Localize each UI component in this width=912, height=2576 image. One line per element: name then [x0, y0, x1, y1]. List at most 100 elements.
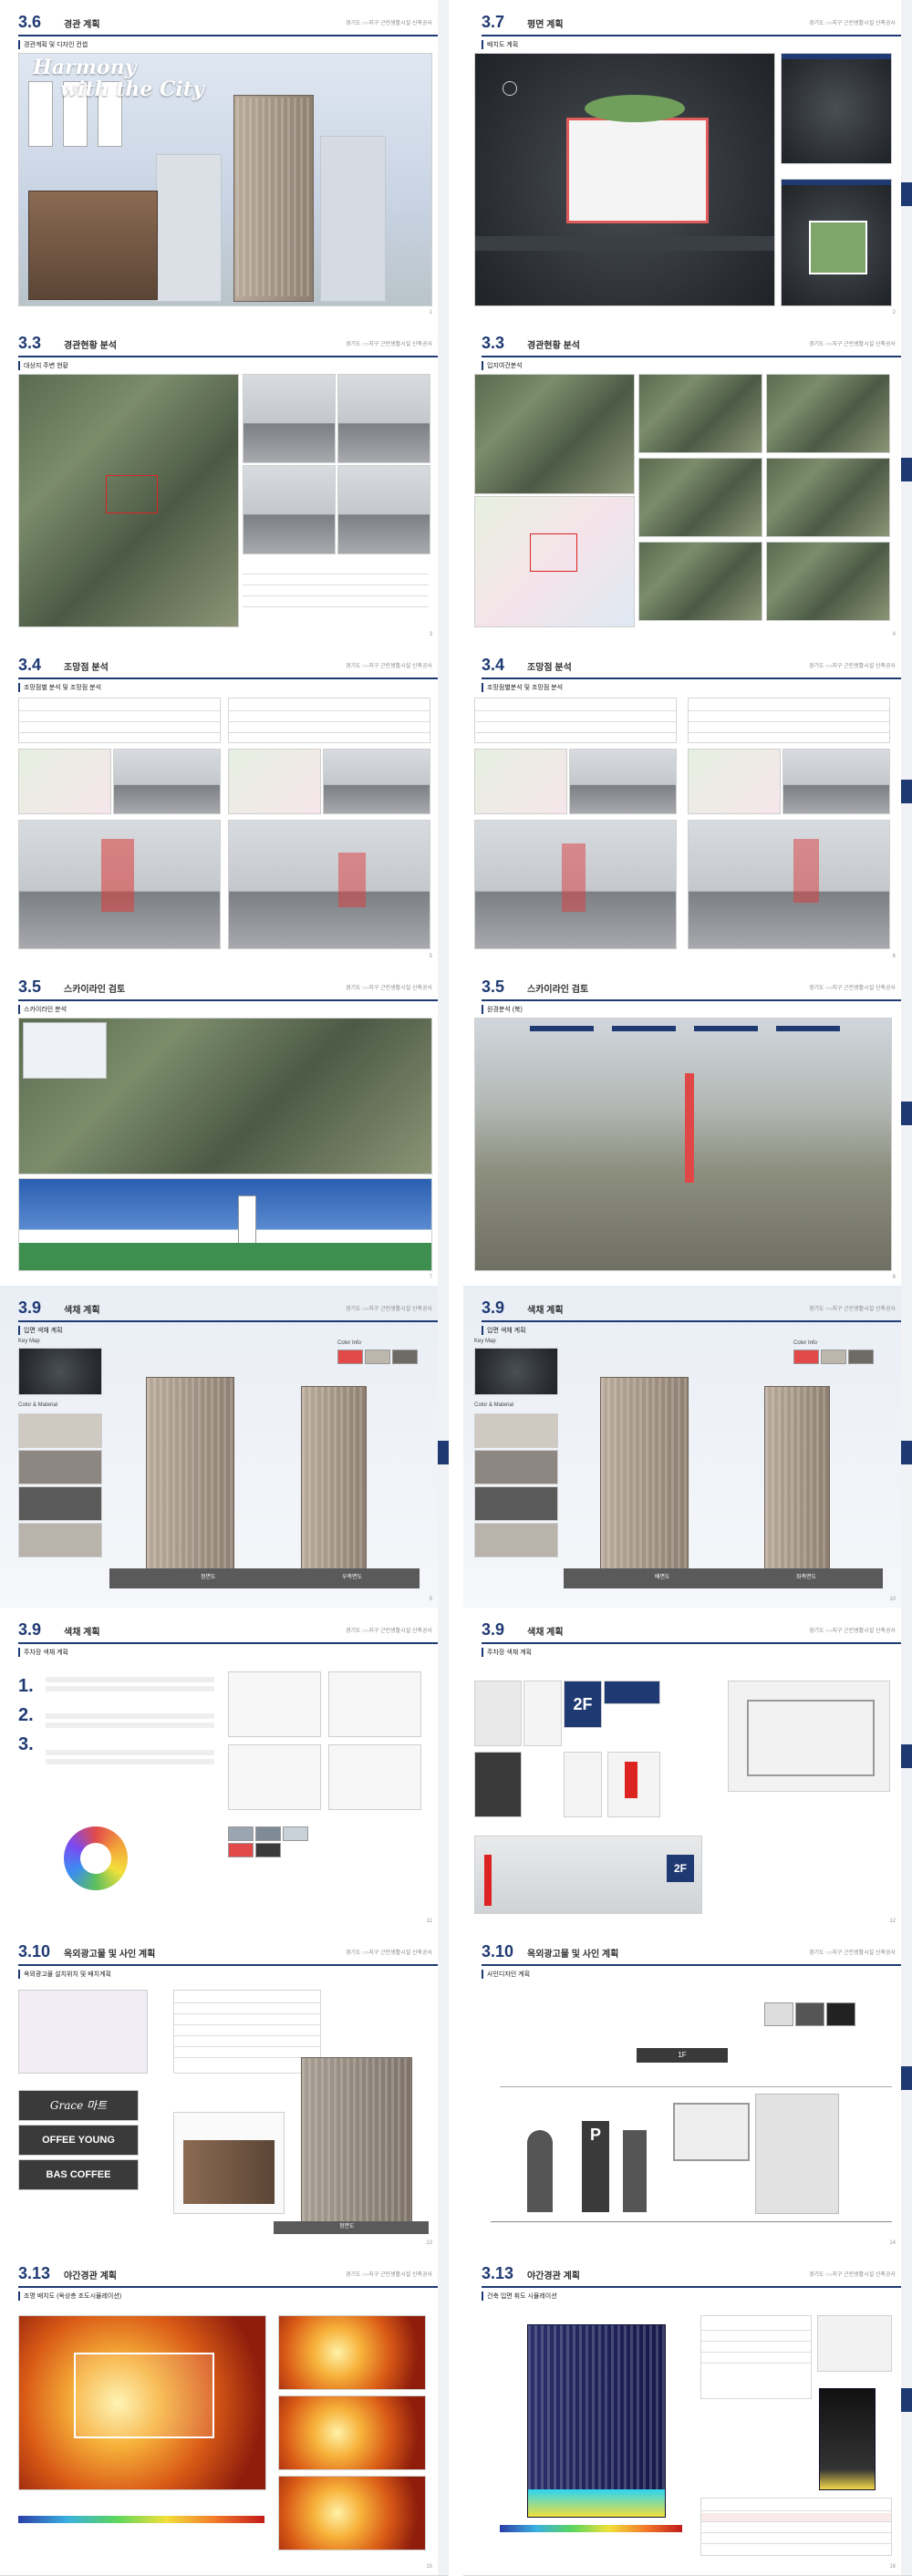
section-title: 경관현황 분석	[64, 341, 117, 351]
page-viewpoint-analysis-1: 3.4 조망점 분석 경기도 ○○지구 근린생활시설 신축공사 조망점별 분석 …	[0, 643, 449, 966]
side-tab	[901, 780, 912, 803]
side-band	[901, 965, 912, 1286]
landscape-area	[585, 95, 685, 122]
section-title: 색채 계획	[64, 1628, 100, 1638]
title-rule	[18, 1964, 438, 1966]
project-name: 경기도 ○○지구 근린생활시설 신축공사	[808, 664, 896, 669]
project-name: 경기도 ○○지구 근린생활시설 신축공사	[808, 21, 896, 26]
parking-floor-plan	[728, 1681, 890, 1792]
elevator-door	[755, 2094, 839, 2214]
material-sample	[18, 1523, 102, 1557]
key-map	[474, 749, 567, 814]
page-parking-color-2: 3.9 색채 계획 경기도 ○○지구 근린생활시설 신축공사 주차장 색채 계획…	[463, 1608, 912, 1930]
page-landscape-plan: 3.6 경관 계획 경기도 ○○지구 근린생활시설 신축공사 경관계획 및 디자…	[0, 0, 449, 322]
luminance-scale	[500, 2525, 682, 2532]
aerial-photo	[18, 374, 239, 627]
project-name: 경기도 ○○지구 근린생활시설 신축공사	[808, 2272, 896, 2278]
material-sample	[474, 1486, 558, 1521]
page-signage-2: 3.10 옥외광고물 및 사인 계획 경기도 ○○지구 근린생활시설 신축공사 …	[463, 1929, 912, 2252]
page-number: 9	[429, 1597, 432, 1602]
side-tab	[901, 1441, 912, 1464]
section-title: 평면 계획	[527, 20, 564, 30]
material-sample	[18, 1413, 102, 1448]
neighbor-building	[320, 136, 386, 302]
plan-detail	[781, 53, 892, 164]
title-rule	[482, 678, 901, 679]
proposed-building-overlay	[101, 839, 134, 912]
elevation-label: 배면도	[655, 1575, 670, 1580]
section-number: 3.10	[482, 1942, 514, 1960]
skyline-aerial	[18, 1018, 432, 1174]
analysis-notes	[243, 560, 429, 626]
facade-detail-photo	[28, 191, 158, 300]
section-title: 옥외광고물 및 사인 계획	[64, 1950, 156, 1960]
title-rule	[18, 2286, 438, 2288]
viewpoint-photo	[569, 749, 677, 814]
project-name: 경기도 ○○지구 근린생활시설 신축공사	[345, 21, 432, 26]
key-map	[688, 749, 781, 814]
title-rule	[18, 356, 438, 357]
page-number: 16	[889, 2564, 896, 2570]
viewpoint-simulation	[474, 820, 677, 949]
section-number: 3.7	[482, 13, 505, 31]
subheader: 배치도 계획	[482, 40, 518, 49]
subheader: 조망점별 분석 및 조망점 분석	[18, 683, 101, 692]
viewpoint-table	[474, 698, 677, 743]
page-number: 8	[892, 1275, 896, 1280]
parking-plan	[228, 1671, 321, 1737]
project-name: 경기도 ○○지구 근린생활시설 신축공사	[808, 1307, 896, 1312]
viewpoint-photo	[782, 749, 890, 814]
key-map-thumb	[18, 1348, 102, 1395]
page-number: 3	[429, 632, 432, 637]
context-photo	[638, 374, 762, 453]
proposed-building-overlay	[562, 843, 586, 912]
signage-sample	[474, 1681, 522, 1746]
side-band	[438, 0, 449, 321]
roof-garden	[809, 221, 867, 274]
distant-view-photo	[474, 1018, 892, 1271]
page-parking-color-1: 3.9 색채 계획 경기도 ○○지구 근린생활시설 신축공사 주차장 색채 계획…	[0, 1608, 449, 1930]
project-name: 경기도 ○○지구 근린생활시설 신축공사	[808, 986, 896, 991]
page-number: 12	[889, 1919, 896, 1924]
luminance-model	[527, 2324, 666, 2518]
key-map-thumb	[474, 1348, 558, 1395]
left-elevation	[764, 1386, 830, 1570]
color-material-label: Color & Material	[474, 1402, 514, 1408]
side-tab	[901, 182, 912, 206]
back-elevation	[600, 1377, 689, 1570]
page-viewpoint-analysis-2: 3.4 조망점 분석 경기도 ○○지구 근린생활시설 신축공사 조망점별분석 및…	[463, 643, 912, 966]
parking-plan	[328, 1671, 421, 1737]
color-chip	[228, 1843, 254, 1857]
page-number: 5	[429, 954, 432, 959]
legend-notes	[700, 2315, 812, 2399]
brand-sign: OFFEE YOUNG	[18, 2125, 139, 2156]
roof-detail-caption	[782, 180, 891, 185]
color-chip	[255, 1843, 281, 1857]
sign-pylon	[623, 2130, 647, 2212]
page-color-plan-2: 3.9 색채 계획 경기도 ○○지구 근린생활시설 신축공사 입면 색채 계획 …	[463, 1286, 912, 1609]
rooftop-render	[278, 2476, 426, 2550]
page-location-analysis: 3.3 경관현황 분석 경기도 ○○지구 근린생활시설 신축공사 입지여건분석 …	[463, 321, 912, 644]
roof-plan-detail	[781, 179, 892, 306]
material-sample	[474, 1413, 558, 1448]
page-number: 1	[429, 310, 432, 316]
material-sample	[18, 1486, 102, 1521]
page-night-lighting-1: 3.13 야간경관 계획 경기도 ○○지구 근린생활시설 신축공사 조명 배치도…	[0, 2251, 449, 2576]
subheader: 스카이라인 분석	[18, 1005, 67, 1014]
north-arrow-icon	[503, 81, 517, 96]
direction-sign	[604, 1681, 660, 1704]
site-photo	[337, 374, 430, 463]
project-name: 경기도 ○○지구 근린생활시설 신축공사	[345, 986, 432, 991]
color-info-label: Color Info	[793, 1340, 818, 1346]
color-chip	[228, 1826, 254, 1841]
landmark-label	[776, 1026, 840, 1031]
project-name: 경기도 ○○지구 근린생활시설 신축공사	[345, 1950, 432, 1956]
key-map	[18, 749, 111, 814]
step-numbers: 1. 2. 3.	[18, 1676, 34, 1754]
context-photo	[638, 542, 762, 621]
subheader: 건축 입면 휘도 시뮬레이션	[482, 2292, 557, 2301]
brand-sign: Grace 마트	[18, 2090, 139, 2121]
side-tab	[901, 2388, 912, 2412]
subheader: 사인디자인 계획	[482, 1970, 530, 1979]
side-band	[438, 1929, 449, 2251]
